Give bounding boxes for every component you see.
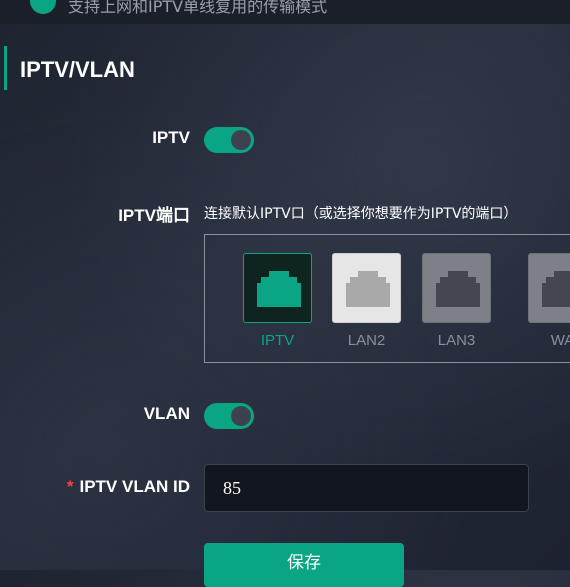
ethernet-port-icon	[436, 271, 480, 307]
required-mark: *	[66, 477, 74, 496]
port-label-wan: WA	[550, 332, 570, 349]
toggle-knob	[231, 406, 251, 426]
port-label-lan2: LAN2	[347, 332, 386, 349]
iptv-toggle[interactable]	[204, 127, 254, 153]
port-label-lan3: LAN3	[437, 332, 476, 349]
top-description-bar: 支持上网和IPTV单线复用的传输模式	[0, 0, 570, 24]
mode-description: 支持上网和IPTV单线复用的传输模式	[68, 0, 328, 16]
toggle-knob	[231, 130, 251, 150]
section-title: IPTV/VLAN	[20, 57, 135, 82]
iptv-vlan-id-label: * IPTV VLAN ID	[67, 477, 190, 497]
ethernet-port-icon	[257, 271, 301, 307]
save-button[interactable]: 保存	[204, 543, 404, 587]
iptv-port-label: IPTV端口	[118, 206, 190, 225]
port-label-iptv: IPTV	[260, 332, 295, 349]
ethernet-port-icon	[346, 271, 390, 307]
iptv-port-hint: 连接默认IPTV口（或选择你想要作为IPTV的端口）	[204, 206, 518, 222]
vlan-label: VLAN	[143, 404, 190, 423]
ethernet-port-icon	[542, 271, 570, 307]
iptv-label: IPTV	[152, 128, 190, 147]
port-lan2[interactable]	[332, 253, 401, 323]
iptv-vlan-id-input[interactable]: 85	[204, 464, 529, 512]
port-iptv[interactable]	[243, 253, 312, 323]
port-wan	[528, 253, 570, 323]
mode-radio-icon[interactable]	[30, 0, 56, 14]
vlan-toggle[interactable]	[204, 403, 254, 429]
section-accent-bar	[4, 46, 7, 90]
iptv-vlan-id-label-text: IPTV VLAN ID	[79, 477, 190, 496]
port-lan3	[422, 253, 491, 323]
